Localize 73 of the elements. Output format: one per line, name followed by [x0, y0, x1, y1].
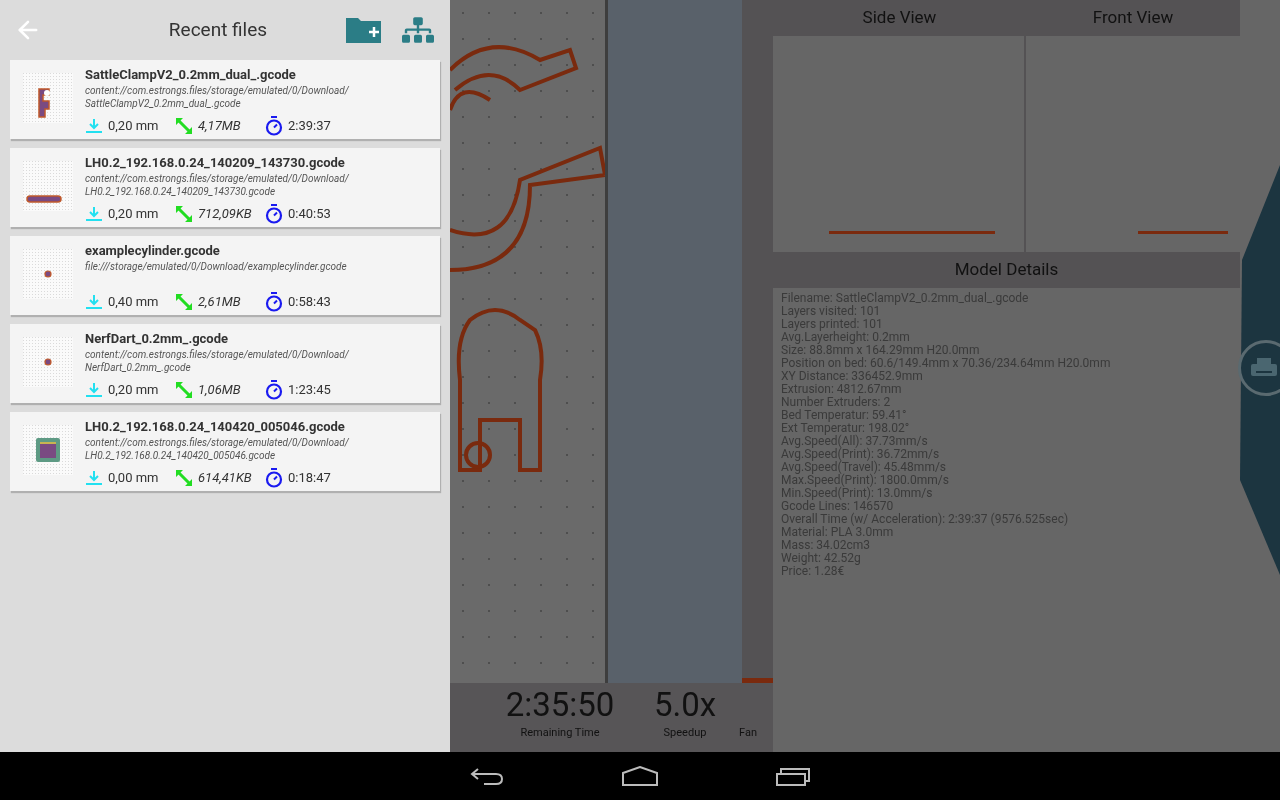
file-name: LH0.2_192.168.0.24_140420_005046.gcode: [85, 418, 346, 436]
file-path: NerfDart_0.2mm_.gcode: [85, 361, 192, 374]
print-time: 0:58:43: [288, 293, 331, 311]
file-path: LH0.2_192.168.0.24_140209_143730.gcode: [85, 185, 277, 198]
print-time: 2:39:37: [288, 117, 331, 135]
sitemap-icon: [402, 14, 434, 46]
layer-height: 0,20 mm: [108, 205, 159, 223]
speedup-label: Speedup: [663, 725, 707, 741]
fan-label: Fan: [739, 725, 757, 741]
diagonal-arrow-icon: [175, 205, 193, 223]
file-path: content://com.estrongs.files/storage/emulated/0/Download/: [85, 348, 349, 361]
file-size: 712,09KB: [198, 205, 252, 223]
remaining-time-label: Remaining Time: [520, 725, 600, 741]
home-icon: [622, 766, 658, 786]
front-view-title: Front View: [1091, 6, 1175, 30]
model-preview: [23, 425, 73, 475]
progress-strip: [742, 678, 773, 683]
layer-height: 0,00 mm: [108, 469, 159, 487]
speedup-value: 5.0x: [653, 685, 717, 725]
file-card[interactable]: LH0.2_192.168.0.24_140209_143730.gcode content://com.estrongs.files/storage/emulated/0/Download/ LH0.2_192.168.0.24_140209_143730.gcode 0,20 mm 712,09KB 0:40:53: [10, 148, 440, 227]
print-time: 0:18:47: [288, 469, 331, 487]
layer-height-icon: [85, 470, 103, 486]
remaining-time: 2:35:50: [505, 685, 615, 725]
layer-height-icon: [85, 206, 103, 222]
file-name: examplecylinder.gcode: [85, 242, 221, 260]
file-size: 2,61MB: [198, 293, 241, 311]
diagonal-arrow-icon: [175, 469, 193, 487]
model-preview: [23, 73, 73, 123]
model-preview: [23, 249, 73, 299]
file-path: content://com.estrongs.files/storage/emulated/0/Download/: [85, 84, 349, 97]
file-path: SattleClampV2_0.2mm_dual_.gcode: [85, 97, 242, 110]
layer-height: 0,40 mm: [108, 293, 159, 311]
file-card[interactable]: SattleClampV2_0.2mm_dual_.gcode content://com.estrongs.files/storage/emulated/0/Download/ SattleClampV2_0.2mm_dual_.gcode 0,20 mm 4,17MB 2:39:37: [10, 60, 440, 139]
file-card[interactable]: NerfDart_0.2mm_.gcode content://com.estrongs.files/storage/emulated/0/Download/ NerfDart_0.2mm_.gcode 0,20 mm 1,06MB 1:23:45: [10, 324, 440, 403]
model-details-title: Model Details: [954, 258, 1059, 282]
file-card[interactable]: LH0.2_192.168.0.24_140420_005046.gcode content://com.estrongs.files/storage/emulated/0/Download/ LH0.2_192.168.0.24_140420_005046.gcode 0,00 mm 614,41KB 0:18:47: [10, 412, 440, 491]
recents-nav-button[interactable]: [776, 766, 810, 786]
print-time: 0:40:53: [288, 205, 331, 223]
side-view-title: Side View: [861, 6, 938, 30]
print-time: 1:23:45: [288, 381, 331, 399]
layer-height: 0,20 mm: [108, 381, 159, 399]
layer-height-icon: [85, 382, 103, 398]
stopwatch-icon: [265, 468, 283, 488]
diagonal-arrow-icon: [175, 117, 193, 135]
diagonal-arrow-icon: [175, 381, 193, 399]
file-name: NerfDart_0.2mm_.gcode: [85, 330, 230, 348]
file-size: 4,17MB: [198, 117, 241, 135]
stopwatch-icon: [265, 116, 283, 136]
file-path: content://com.estrongs.files/storage/emulated/0/Download/: [85, 172, 349, 185]
printer-icon: [1251, 358, 1277, 378]
file-path: content://com.estrongs.files/storage/emulated/0/Download/: [85, 436, 349, 449]
stopwatch-icon: [265, 380, 283, 400]
layer-height: 0,20 mm: [108, 117, 159, 135]
recent-apps-icon: [776, 766, 810, 786]
stopwatch-icon: [265, 292, 283, 312]
back-icon: [470, 766, 504, 786]
diagonal-arrow-icon: [175, 293, 193, 311]
model-preview: [23, 161, 73, 211]
file-size: 1,06MB: [198, 381, 241, 399]
layer-height-icon: [85, 118, 103, 134]
home-nav-button[interactable]: [622, 766, 658, 786]
folder-plus-icon: [345, 15, 383, 45]
file-card[interactable]: examplecylinder.gcode file:///storage/emulated/0/Download/examplecylinder.gcode 0,40 mm 2,61MB 0:58:43: [10, 236, 440, 315]
file-path: LH0.2_192.168.0.24_140420_005046.gcode: [85, 449, 277, 462]
file-size: 614,41KB: [198, 469, 252, 487]
file-name: SattleClampV2_0.2mm_dual_.gcode: [85, 66, 297, 84]
file-path: file:///storage/emulated/0/Download/examplecylinder.gcode: [85, 260, 347, 273]
layer-height-icon: [85, 294, 103, 310]
model-preview: [23, 337, 73, 387]
file-name: LH0.2_192.168.0.24_140209_143730.gcode: [85, 154, 346, 172]
drawer-title: Recent files: [167, 16, 269, 43]
back-nav-button[interactable]: [470, 766, 504, 786]
stopwatch-icon: [265, 204, 283, 224]
